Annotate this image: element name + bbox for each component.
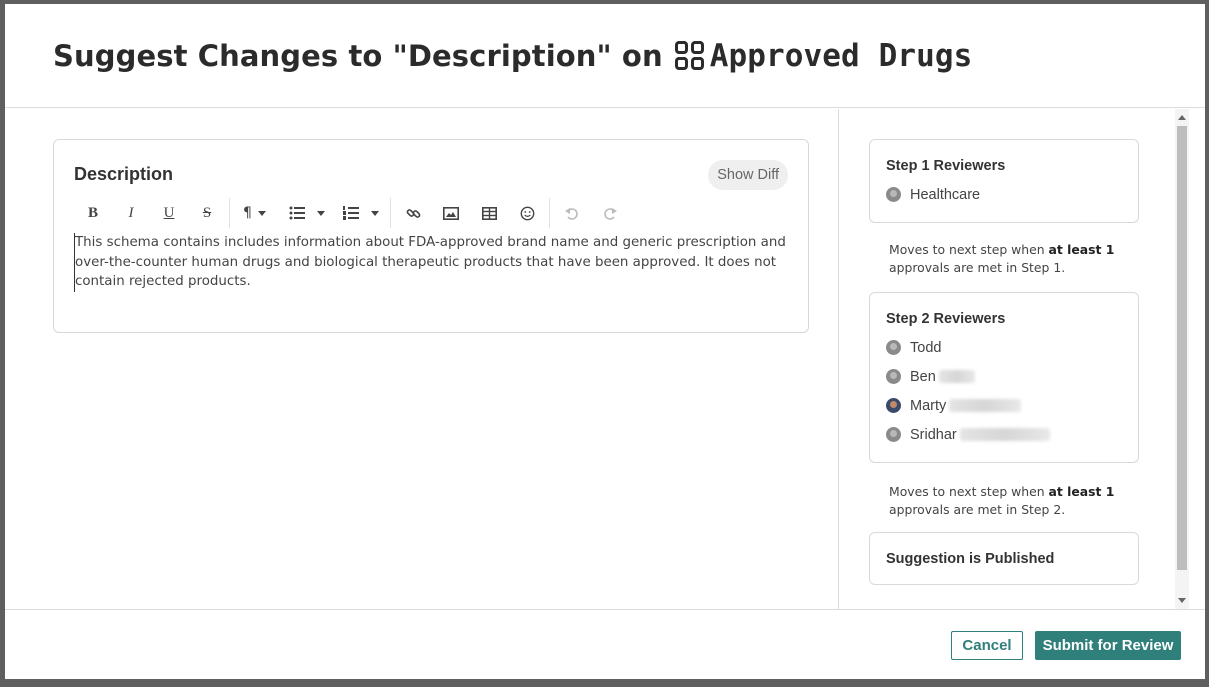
step-2-note: Moves to next step when at least 1 appro… (889, 483, 1129, 519)
modal-header: Suggest Changes to "Description" on Appr… (5, 4, 1205, 108)
step-2-title: Step 2 Reviewers (886, 311, 1006, 327)
step-1-card: Step 1 Reviewers Healthcare (869, 139, 1139, 223)
italic-icon[interactable]: I (112, 202, 150, 224)
final-step-card: Suggestion is Published (869, 532, 1139, 585)
reviewer-item: Marty (886, 391, 1138, 420)
toolbar-divider (390, 198, 391, 228)
toolbar-divider (549, 198, 550, 228)
asset-name: Approved Drugs (709, 37, 973, 74)
note-text: Moves to next step when (889, 242, 1049, 257)
reviewer-name: Healthcare (910, 186, 981, 203)
emoji-icon[interactable] (508, 202, 546, 224)
bold-icon[interactable]: B (74, 202, 112, 224)
reviewer-name: Sridhar (910, 426, 957, 443)
toolbar-divider (229, 198, 230, 228)
description-editor: Description Show Diff B I U S ¶ This sch… (53, 139, 809, 333)
cancel-button[interactable]: Cancel (951, 631, 1023, 660)
reviewer-item: Todd (886, 333, 1138, 362)
note-text: Moves to next step when (889, 484, 1049, 499)
workflow-pane: Step 1 Reviewers Healthcare Moves to nex… (839, 109, 1189, 609)
user-avatar-icon (886, 398, 901, 413)
reviewer-name: Todd (910, 339, 942, 356)
note-text: approvals are met in Step 2. (889, 502, 1066, 517)
reviewer-name: Marty (910, 397, 947, 414)
title-prefix: Suggest Changes to "Description" on (53, 38, 663, 73)
user-avatar-icon (886, 369, 901, 384)
reviewer-name: Ben (910, 368, 936, 385)
step-1-title: Step 1 Reviewers (886, 158, 1006, 174)
reviewer-item: Ben (886, 362, 1138, 391)
modal-footer: Cancel Submit for Review (5, 609, 1205, 679)
strikethrough-icon[interactable]: S (188, 202, 226, 224)
modal-body: Description Show Diff B I U S ¶ This sch… (5, 109, 1205, 609)
redo-icon[interactable] (591, 202, 629, 224)
note-emphasis: at least 1 (1048, 484, 1115, 499)
reviewer-item: Sridhar (886, 420, 1138, 449)
scroll-up-icon[interactable] (1178, 115, 1186, 120)
chevron-down-icon (317, 210, 325, 216)
redacted-surname (959, 428, 1050, 441)
submit-for-review-button[interactable]: Submit for Review (1035, 631, 1181, 660)
underline-icon[interactable]: U (150, 202, 188, 224)
suggest-changes-modal: Suggest Changes to "Description" on Appr… (5, 4, 1205, 679)
redacted-surname (949, 399, 1022, 412)
editor-pane: Description Show Diff B I U S ¶ This sch… (5, 109, 839, 609)
table-icon[interactable] (470, 202, 508, 224)
step-1-note: Moves to next step when at least 1 appro… (889, 241, 1129, 277)
show-diff-button[interactable]: Show Diff (708, 160, 788, 190)
image-icon[interactable] (432, 202, 470, 224)
note-emphasis: at least 1 (1048, 242, 1115, 257)
link-icon[interactable] (394, 202, 432, 224)
reviewer-item: Healthcare (886, 180, 1138, 209)
scroll-down-icon[interactable] (1178, 598, 1186, 603)
redacted-surname (938, 370, 975, 383)
undo-icon[interactable] (553, 202, 591, 224)
chevron-down-icon (257, 210, 266, 216)
numbered-list-icon[interactable] (333, 202, 387, 224)
editor-label: Description (74, 164, 174, 184)
final-step-title: Suggestion is Published (886, 551, 1055, 567)
group-avatar-icon (886, 187, 901, 202)
user-avatar-icon (886, 340, 901, 355)
editor-toolbar: B I U S ¶ (74, 198, 629, 228)
chevron-down-icon (371, 210, 379, 216)
scroll-thumb[interactable] (1177, 126, 1187, 570)
paragraph-icon[interactable]: ¶ (233, 202, 279, 224)
description-text-area[interactable]: This schema contains includes informatio… (74, 233, 786, 292)
grid-icon (674, 41, 704, 70)
workflow-scrollbar[interactable] (1175, 109, 1189, 609)
bullet-list-icon[interactable] (279, 202, 333, 224)
note-text: approvals are met in Step 1. (889, 260, 1066, 275)
user-avatar-icon (886, 427, 901, 442)
modal-title: Suggest Changes to "Description" on Appr… (53, 38, 972, 74)
step-2-card: Step 2 Reviewers Todd Ben Marty Sridhar (869, 292, 1139, 463)
